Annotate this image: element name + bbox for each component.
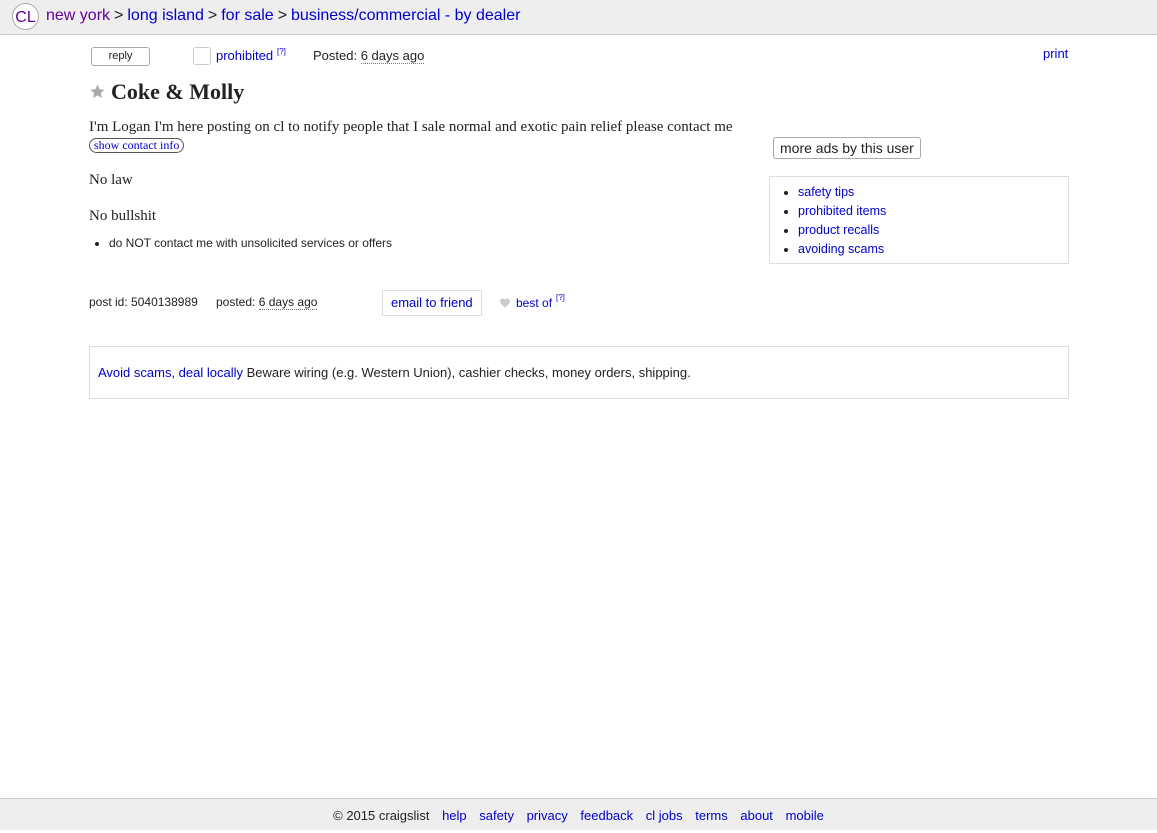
posted-meta: posted: 6 days ago bbox=[216, 295, 318, 310]
prohibited-help-link[interactable]: [?] bbox=[277, 47, 286, 56]
footer-link-feedback[interactable]: feedback bbox=[580, 808, 633, 823]
more-ads-button[interactable]: more ads by this user bbox=[773, 137, 921, 159]
prohibited-items-link[interactable]: prohibited items bbox=[798, 204, 886, 218]
email-to-friend-button[interactable]: email to friend bbox=[382, 290, 482, 316]
posted-meta-label: posted: bbox=[216, 295, 256, 309]
posted-date: Posted: 6 days ago bbox=[313, 48, 425, 64]
posted-label: Posted: bbox=[313, 48, 358, 63]
body-line: No bullshit bbox=[89, 208, 157, 224]
posted-meta-value: 6 days ago bbox=[258, 295, 318, 310]
posting-body: I'm Logan I'm here posting on cl to noti… bbox=[89, 118, 759, 154]
heart-icon[interactable] bbox=[499, 296, 511, 311]
avoiding-scams-link[interactable]: avoiding scams bbox=[798, 242, 884, 256]
scam-warning-box: Avoid scams, deal locally Beware wiring … bbox=[89, 346, 1069, 399]
safety-tips-link[interactable]: safety tips bbox=[798, 185, 854, 199]
body-text: I'm Logan I'm here posting on cl to noti… bbox=[89, 119, 733, 135]
footer-link-mobile[interactable]: mobile bbox=[786, 808, 824, 823]
breadcrumb-new-york[interactable]: new york bbox=[46, 7, 110, 24]
print-link[interactable]: print bbox=[1043, 46, 1068, 61]
show-contact-info-button[interactable]: show contact info bbox=[89, 138, 185, 153]
breadcrumb-category[interactable]: business/commercial - by dealer bbox=[291, 7, 520, 24]
breadcrumb-for-sale[interactable]: for sale bbox=[221, 7, 273, 24]
breadcrumb-separator: > bbox=[207, 7, 218, 24]
breadcrumb-separator: > bbox=[277, 7, 288, 24]
post-id: post id: 5040138989 bbox=[89, 295, 198, 309]
notices-list: do NOT contact me with unsolicited servi… bbox=[89, 236, 392, 250]
body-line: No law bbox=[89, 172, 133, 188]
posted-value: 6 days ago bbox=[360, 48, 425, 64]
footer-link-safety[interactable]: safety bbox=[479, 808, 514, 823]
footer-link-help[interactable]: help bbox=[442, 808, 467, 823]
best-of-help-link[interactable]: [?] bbox=[556, 293, 565, 302]
scam-warning-text: Beware wiring (e.g. Western Union), cash… bbox=[246, 365, 691, 380]
avoid-scams-link[interactable]: Avoid scams, deal locally bbox=[98, 365, 243, 380]
safety-links-box: safety tips prohibited items product rec… bbox=[769, 176, 1069, 264]
footer-link-cl-jobs[interactable]: cl jobs bbox=[646, 808, 683, 823]
breadcrumb-separator: > bbox=[114, 7, 124, 24]
notice-item: do NOT contact me with unsolicited servi… bbox=[109, 236, 392, 250]
reply-button[interactable]: reply bbox=[91, 47, 150, 66]
footer-link-terms[interactable]: terms bbox=[695, 808, 728, 823]
post-id-label: post id: bbox=[89, 295, 128, 309]
product-recalls-link[interactable]: product recalls bbox=[798, 223, 879, 237]
best-of-link[interactable]: best of bbox=[516, 296, 552, 310]
breadcrumb-long-island[interactable]: long island bbox=[127, 7, 204, 24]
page-title: Coke & Molly bbox=[111, 79, 245, 104]
flag-checkbox[interactable] bbox=[193, 47, 211, 65]
copyright: © 2015 craigslist bbox=[333, 808, 430, 823]
footer: © 2015 craigslist help safety privacy fe… bbox=[0, 798, 1157, 830]
flag-prohibited-link[interactable]: prohibited bbox=[216, 48, 273, 63]
footer-link-about[interactable]: about bbox=[740, 808, 773, 823]
breadcrumb: new york > long island > for sale > business/c… bbox=[46, 7, 520, 25]
star-icon[interactable] bbox=[89, 83, 106, 103]
post-id-value: 5040138989 bbox=[131, 295, 198, 309]
craigslist-logo[interactable]: CL bbox=[12, 3, 39, 30]
top-bar: CL new york > long island > for sale > busines… bbox=[0, 0, 1157, 35]
footer-link-privacy[interactable]: privacy bbox=[527, 808, 568, 823]
